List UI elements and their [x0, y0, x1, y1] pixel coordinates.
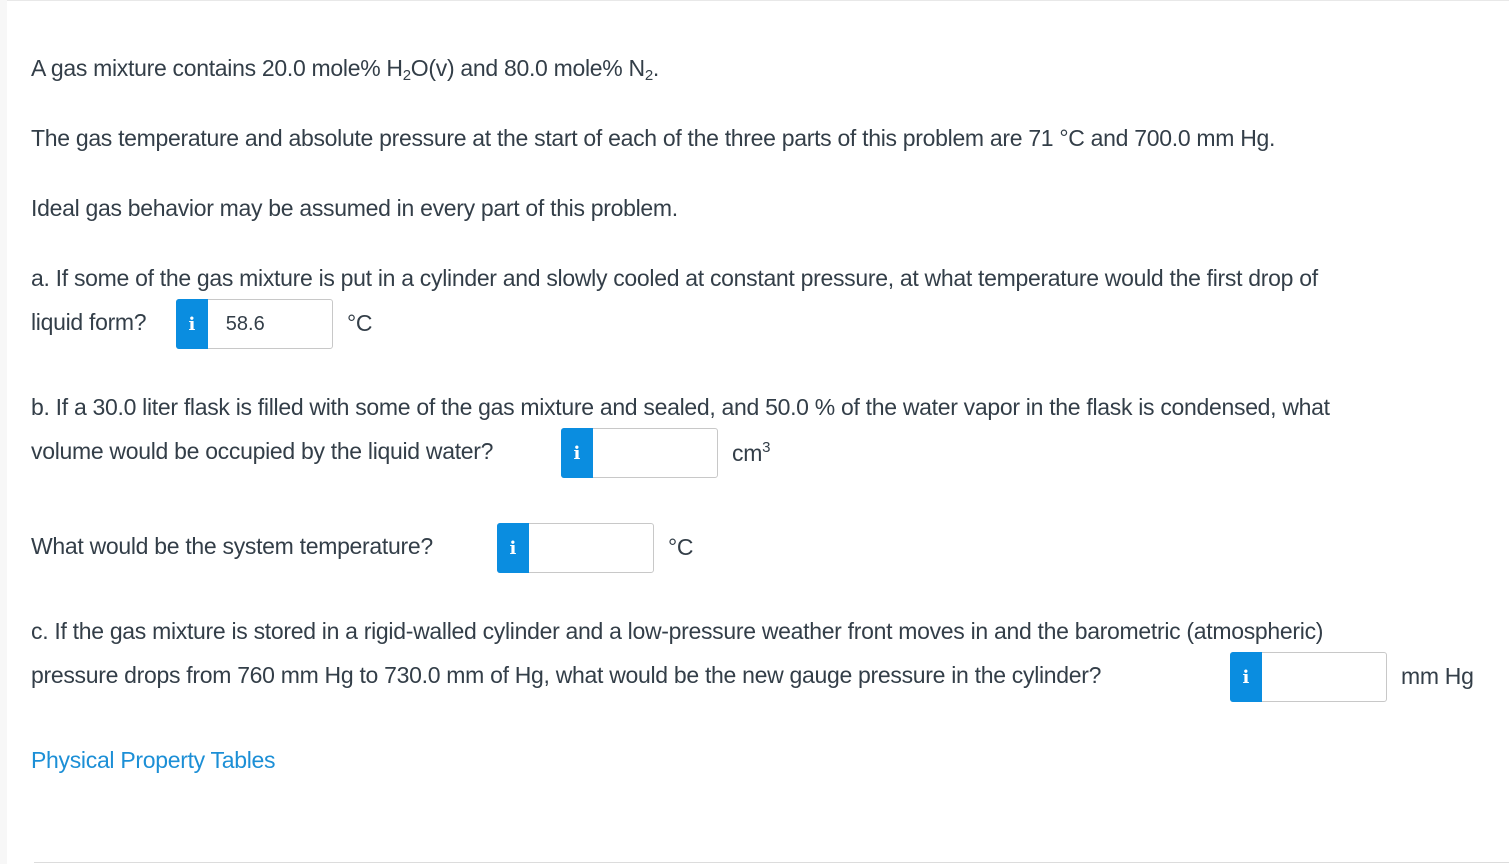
subscript: 2 — [402, 67, 411, 84]
bottom-divider — [34, 862, 1509, 863]
part-b-temperature-question: What would be the system temperature? — [31, 533, 433, 559]
info-icon[interactable]: i — [497, 523, 529, 573]
info-icon[interactable]: i — [1230, 652, 1262, 702]
part-b-temperature-unit: °C — [668, 534, 694, 560]
part-c-question-line2: pressure drops from 760 mm Hg to 730.0 m… — [31, 662, 1102, 688]
part-b-temperature-answer-field: i — [497, 523, 654, 573]
part-b-question-line1: b. If a 30.0 liter flask is filled with … — [31, 394, 1330, 420]
part-b-temperature-input[interactable] — [528, 524, 653, 572]
part-a-unit: °C — [347, 310, 373, 336]
left-rail — [0, 0, 7, 864]
part-a-question-line2: liquid form? — [31, 309, 147, 335]
part-a-answer-field: i — [176, 299, 333, 349]
top-divider — [7, 0, 1509, 1]
part-a-question-line1: a. If some of the gas mixture is put in … — [31, 265, 1318, 291]
part-c-unit: mm Hg — [1401, 663, 1474, 689]
composition-text: . — [652, 55, 659, 81]
part-b-volume-unit: cm3 — [732, 440, 770, 467]
part-c-input[interactable] — [1261, 653, 1386, 701]
info-icon[interactable]: i — [561, 428, 593, 478]
composition-text: A gas mixture contains 20.0 mole% H — [31, 55, 403, 81]
unit-base: cm — [732, 440, 763, 466]
part-c-answer-field: i — [1230, 652, 1387, 702]
physical-property-tables-link[interactable]: Physical Property Tables — [31, 747, 276, 774]
part-b-question-line2: volume would be occupied by the liquid w… — [31, 438, 494, 464]
unit-superscript: 3 — [762, 439, 771, 456]
intro-assumption: Ideal gas behavior may be assumed in eve… — [31, 195, 678, 221]
part-b-volume-input[interactable] — [592, 429, 717, 477]
intro-composition: A gas mixture contains 20.0 mole% H2O(v)… — [31, 55, 659, 84]
composition-text: O(v) and 80.0 mole% N — [410, 55, 645, 81]
part-b-volume-answer-field: i — [561, 428, 718, 478]
part-c-question-line1: c. If the gas mixture is stored in a rig… — [31, 618, 1324, 644]
intro-conditions: The gas temperature and absolute pressur… — [31, 125, 1276, 151]
info-icon[interactable]: i — [176, 299, 208, 349]
subscript: 2 — [644, 67, 653, 84]
part-a-input[interactable] — [207, 300, 332, 348]
